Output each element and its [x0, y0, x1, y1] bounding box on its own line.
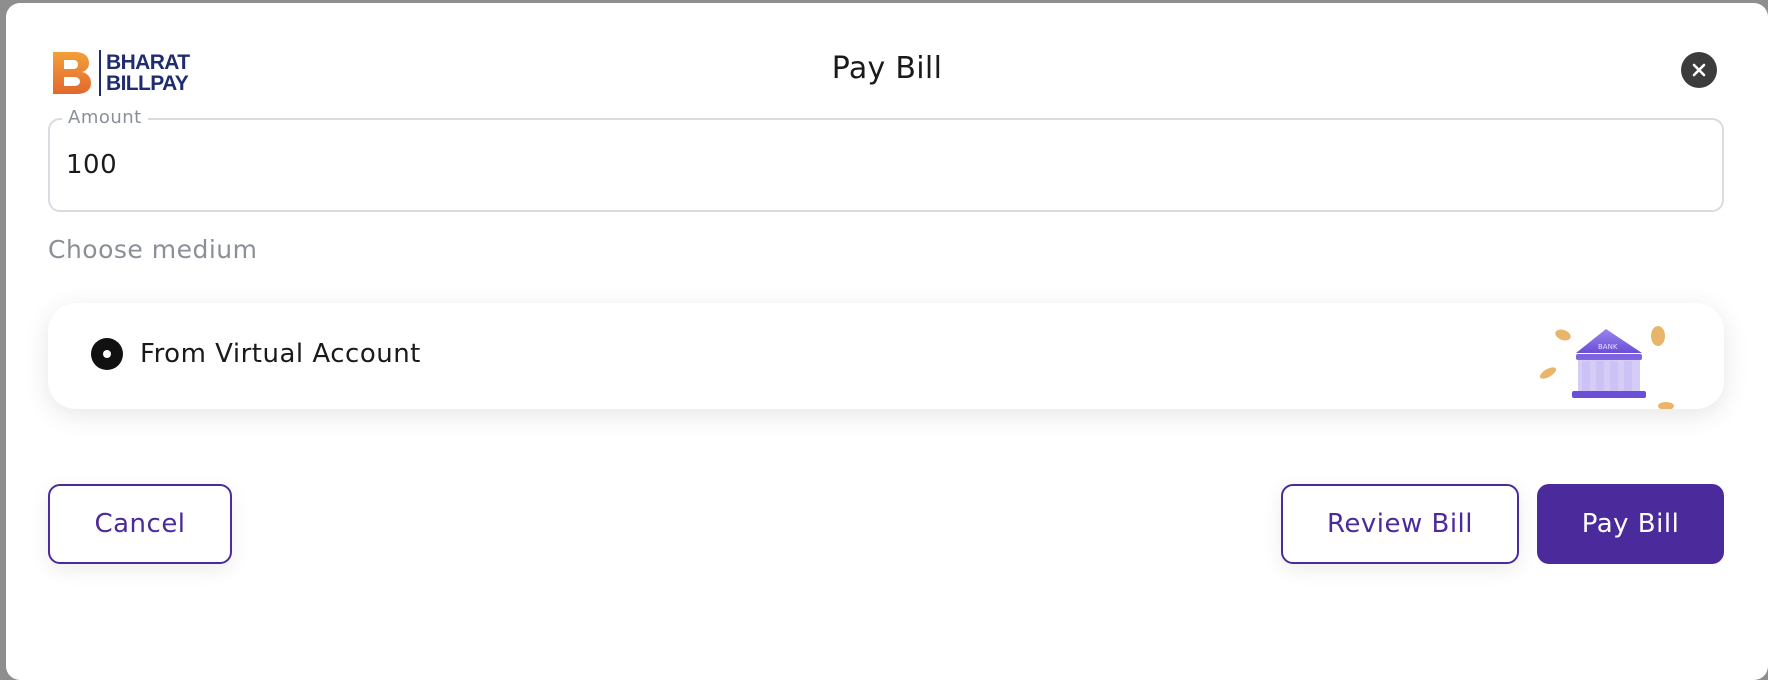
amount-input[interactable]: 100 [66, 150, 117, 180]
review-bill-button[interactable]: Review Bill [1281, 484, 1519, 564]
dialog-title: Pay Bill [831, 51, 943, 86]
close-button[interactable] [1681, 52, 1717, 88]
radio-button-selected[interactable] [91, 338, 123, 370]
amount-label: Amount [62, 107, 148, 128]
medium-option-virtual-account[interactable]: From Virtual Account BANK [48, 303, 1724, 409]
cancel-button[interactable]: Cancel [48, 484, 232, 564]
bank-icon: BANK [1539, 326, 1674, 409]
amount-field[interactable]: Amount 100 [48, 107, 1724, 212]
radio-dot [103, 350, 111, 358]
choose-medium-label: Choose medium [48, 235, 258, 264]
pay-bill-button[interactable]: Pay Bill [1537, 484, 1724, 564]
medium-option-label: From Virtual Account [140, 339, 421, 369]
pay-bill-dialog: BHARAT BILLPAY Pay Bill Amount 100 Choos… [6, 3, 1768, 680]
svg-text:BANK: BANK [1598, 343, 1618, 351]
close-icon [1692, 63, 1706, 77]
